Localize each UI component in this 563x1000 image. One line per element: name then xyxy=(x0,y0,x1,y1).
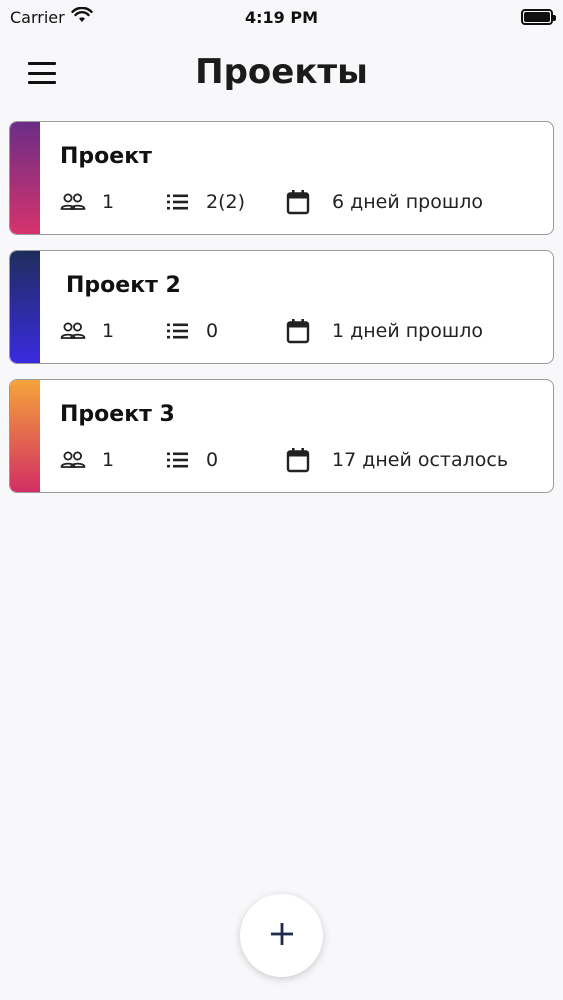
date-status: 6 дней прошло xyxy=(286,188,483,216)
project-meta-row: 1 0 17 дней осталось xyxy=(60,446,550,474)
tasks-count: 0 xyxy=(166,317,218,345)
project-color-strip xyxy=(10,380,40,492)
project-name: Проект 3 xyxy=(60,402,175,427)
add-project-button[interactable] xyxy=(240,894,323,977)
plus-icon xyxy=(269,921,295,951)
list-icon xyxy=(166,192,190,212)
project-meta-row: 1 0 1 дней прошло xyxy=(60,317,550,345)
project-color-strip xyxy=(10,251,40,363)
members-value: 1 xyxy=(102,449,115,471)
members-count: 1 xyxy=(60,188,114,216)
project-color-strip xyxy=(10,122,40,234)
users-icon xyxy=(60,192,86,212)
project-list: Проект 1 2(2) 6 дней прошло Проект 2 1 0… xyxy=(9,121,554,508)
date-status: 1 дней прошло xyxy=(286,317,483,345)
members-value: 1 xyxy=(102,191,115,213)
project-card[interactable]: Проект 2 1 0 1 дней прошло xyxy=(9,250,554,364)
status-bar: Carrier 4:19 PM xyxy=(0,0,563,34)
app-screen: Carrier 4:19 PM Проекты Проект 1 2(2) 6 … xyxy=(0,0,563,1000)
users-icon xyxy=(60,321,86,341)
members-value: 1 xyxy=(102,320,115,342)
project-meta-row: 1 2(2) 6 дней прошло xyxy=(60,188,550,216)
calendar-icon xyxy=(286,189,310,215)
status-left: Carrier xyxy=(10,6,93,27)
tasks-value: 2(2) xyxy=(206,191,246,213)
project-card[interactable]: Проект 3 1 0 17 дней осталось xyxy=(9,379,554,493)
tasks-count: 2(2) xyxy=(166,188,245,216)
project-name: Проект xyxy=(60,144,152,169)
battery-icon xyxy=(521,9,556,25)
wifi-icon xyxy=(71,6,93,27)
members-count: 1 xyxy=(60,317,114,345)
header: Проекты xyxy=(0,44,563,104)
members-count: 1 xyxy=(60,446,114,474)
tasks-count: 0 xyxy=(166,446,218,474)
list-icon xyxy=(166,450,190,470)
date-status-text: 6 дней прошло xyxy=(332,191,484,213)
tasks-value: 0 xyxy=(206,449,219,471)
list-icon xyxy=(166,321,190,341)
users-icon xyxy=(60,450,86,470)
date-status: 17 дней осталось xyxy=(286,446,508,474)
date-status-text: 1 дней прошло xyxy=(332,320,484,342)
date-status-text: 17 дней осталось xyxy=(332,449,509,471)
page-title: Проекты xyxy=(195,52,368,92)
project-card[interactable]: Проект 1 2(2) 6 дней прошло xyxy=(9,121,554,235)
carrier-label: Carrier xyxy=(10,7,65,27)
tasks-value: 0 xyxy=(206,320,219,342)
calendar-icon xyxy=(286,318,310,344)
project-name: Проект 2 xyxy=(66,273,181,298)
calendar-icon xyxy=(286,447,310,473)
